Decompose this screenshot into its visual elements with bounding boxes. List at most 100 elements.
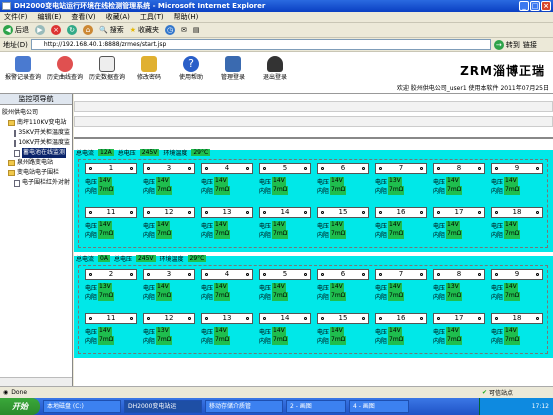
cell-number: 11 <box>106 208 116 216</box>
menu-tools[interactable]: 工具(T) <box>140 12 164 22</box>
battery-cell[interactable]: 7 电压 13V 内阻 7mΩ <box>375 163 427 197</box>
url-input[interactable]: http://192.168.40.1:8888/zrmes/start.jsp <box>30 39 491 50</box>
nav-help[interactable]: ? 使用帮助 <box>172 56 210 81</box>
menu-edit[interactable]: 编辑(E) <box>38 12 62 22</box>
cell-resistance-label: 内阻 <box>259 232 272 239</box>
cell-voltage-value: 14V <box>156 177 170 186</box>
mail-button[interactable]: ✉ <box>181 26 187 34</box>
battery-cell[interactable]: 3 电压 14V 内阻 7mΩ <box>143 163 195 197</box>
favorites-button[interactable]: ★ 收藏夹 <box>130 25 159 35</box>
cell-voltage: 电压 14V <box>143 177 170 186</box>
close-button[interactable]: × <box>541 1 551 11</box>
nav-alarm-records[interactable]: 报警记录查询 <box>4 56 42 81</box>
battery-cell[interactable]: 1 电压 14V 内阻 7mΩ <box>85 163 137 197</box>
go-button[interactable]: → 转到 <box>493 39 520 50</box>
back-button[interactable]: ◀ 后退 <box>3 25 29 35</box>
cell-voltage: 电压 14V <box>317 283 344 292</box>
battery-cell[interactable]: 13 电压 14V 内阻 7mΩ <box>201 207 253 241</box>
history-button[interactable]: ◷ <box>165 25 175 35</box>
battery-cell[interactable]: 6 电压 14V 内阻 7mΩ <box>317 269 369 303</box>
forward-button[interactable]: ▶ <box>35 25 45 35</box>
cell-resistance-value: 7mΩ <box>214 336 231 345</box>
cell-resistance-label: 内阻 <box>143 188 156 195</box>
task-ie-window[interactable]: DH2000变电站运 <box>124 400 202 413</box>
battery-cell[interactable]: 15 电压 14V 内阻 7mΩ <box>317 207 369 241</box>
cell-voltage-label: 电压 <box>259 329 272 336</box>
nav-history-curve[interactable]: 历史曲线查询 <box>46 56 84 81</box>
tree-node[interactable]: 电子围栏红外对射 <box>2 178 70 188</box>
cell-voltage-value: 14V <box>388 327 402 336</box>
battery-cell[interactable]: 12 电压 14V 内阻 7mΩ <box>143 207 195 241</box>
task-local-disk[interactable]: 本地磁盘 (C:) <box>43 400 121 413</box>
battery-cell[interactable]: 16 电压 14V 内阻 7mΩ <box>375 313 427 347</box>
tree-node[interactable]: 变电站电子围栏 <box>2 168 70 178</box>
tree-node-label: 变电站电子围栏 <box>17 169 60 176</box>
print-button[interactable]: ▤ <box>193 26 200 34</box>
tree-node[interactable]: 35KV开关柜温度监 <box>2 128 70 138</box>
battery-cell[interactable]: 11 电压 14V 内阻 7mΩ <box>85 313 137 347</box>
maximize-button[interactable]: □ <box>530 1 540 11</box>
stop-button[interactable]: × <box>51 25 61 35</box>
battery-cell[interactable]: 4 电压 14V 内阻 7mΩ <box>201 269 253 303</box>
menu-view[interactable]: 查看(V) <box>71 12 95 22</box>
battery-cell[interactable]: 9 电压 14V 内阻 7mΩ <box>491 269 543 303</box>
task-storage[interactable]: 移动存储介质管 <box>205 400 283 413</box>
menu-favorites[interactable]: 收藏(A) <box>106 12 130 22</box>
cell-number: 12 <box>164 314 174 322</box>
sidebar-hscrollbar[interactable] <box>0 377 72 386</box>
task-paint-2[interactable]: 2 - 画图 <box>286 400 346 413</box>
terminal-icon <box>147 167 150 170</box>
battery-cell[interactable]: 3 电压 14V 内阻 7mΩ <box>143 269 195 303</box>
battery-cell[interactable]: 4 电压 14V 内阻 7mΩ <box>201 163 253 197</box>
tree-node[interactable]: 蓄电池在线监测 <box>2 148 70 158</box>
minimize-button[interactable]: _ <box>519 1 529 11</box>
start-button[interactable]: 开始 <box>0 398 40 415</box>
battery-cell[interactable]: 14 电压 14V 内阻 7mΩ <box>259 207 311 241</box>
battery-cell[interactable]: 6 电压 14V 内阻 7mΩ <box>317 163 369 197</box>
menu-help[interactable]: 帮助(H) <box>174 12 199 22</box>
terminal-icon <box>263 273 266 276</box>
cell-resistance-value: 7mΩ <box>214 230 231 239</box>
nav-history-data[interactable]: 历史数据查询 <box>88 56 126 81</box>
nav-change-password[interactable]: 修改密码 <box>130 56 168 81</box>
battery-cell[interactable]: 5 电压 14V 内阻 7mΩ <box>259 269 311 303</box>
battery-cell[interactable]: 18 电压 14V 内阻 7mΩ <box>491 313 543 347</box>
terminal-icon <box>205 317 208 320</box>
menu-file[interactable]: 文件(F) <box>4 12 28 22</box>
refresh-button[interactable]: ↻ <box>67 25 77 35</box>
battery-cell[interactable]: 17 电压 14V 内阻 7mΩ <box>433 313 485 347</box>
battery-cell[interactable]: 16 电压 14V 内阻 7mΩ <box>375 207 427 241</box>
history-icon: ◷ <box>165 25 175 35</box>
cell-voltage: 电压 14V <box>259 177 286 186</box>
battery-cell[interactable]: 8 电压 14V 内阻 7mΩ <box>433 163 485 197</box>
battery-cell[interactable]: 14 电压 14V 内阻 7mΩ <box>259 313 311 347</box>
cell-voltage-value: 14V <box>98 327 112 336</box>
terminal-icon <box>495 273 498 276</box>
battery-cell[interactable]: 7 电压 14V 内阻 7mΩ <box>375 269 427 303</box>
battery-cell[interactable]: 9 电压 14V 内阻 7mΩ <box>491 163 543 197</box>
task-paint-4[interactable]: 4 - 画图 <box>349 400 409 413</box>
battery-cell[interactable]: 5 电压 14V 内阻 7mΩ <box>259 163 311 197</box>
battery-cell[interactable]: 2 电压 13V 内阻 7mΩ <box>85 269 137 303</box>
battery-cell[interactable]: 13 电压 14V 内阻 7mΩ <box>201 313 253 347</box>
battery-cell-number: 12 <box>143 313 195 324</box>
tree-node[interactable]: 胶州供电公司 <box>2 108 70 118</box>
print-icon: ▤ <box>192 26 200 34</box>
battery-cell[interactable]: 15 电压 14V 内阻 7mΩ <box>317 313 369 347</box>
search-button[interactable]: 🔍 搜索 <box>99 25 124 35</box>
nav-admin-login[interactable]: 管理登录 <box>214 56 252 81</box>
battery-cell[interactable]: 18 电压 14V 内阻 7mΩ <box>491 207 543 241</box>
tree-node[interactable]: 泉州路变电站 <box>2 158 70 168</box>
cell-voltage: 电压 14V <box>317 177 344 186</box>
battery-cell[interactable]: 12 电压 13V 内阻 7mΩ <box>143 313 195 347</box>
battery-cell[interactable]: 11 电压 14V 内阻 7mΩ <box>85 207 137 241</box>
links-label[interactable]: 链接 <box>523 40 537 50</box>
nav-logout[interactable]: 退出登录 <box>256 56 294 81</box>
tree-node[interactable]: 南坪110KV变电站 <box>2 118 70 128</box>
battery-cell[interactable]: 17 电压 14V 内阻 7mΩ <box>433 207 485 241</box>
home-button[interactable]: ⌂ <box>83 25 93 35</box>
tree-node[interactable]: 10KV开关柜温度监 <box>2 138 70 148</box>
battery-cell-number: 18 <box>491 207 543 218</box>
cell-number: 5 <box>282 270 288 278</box>
battery-cell[interactable]: 8 电压 13V 内阻 7mΩ <box>433 269 485 303</box>
